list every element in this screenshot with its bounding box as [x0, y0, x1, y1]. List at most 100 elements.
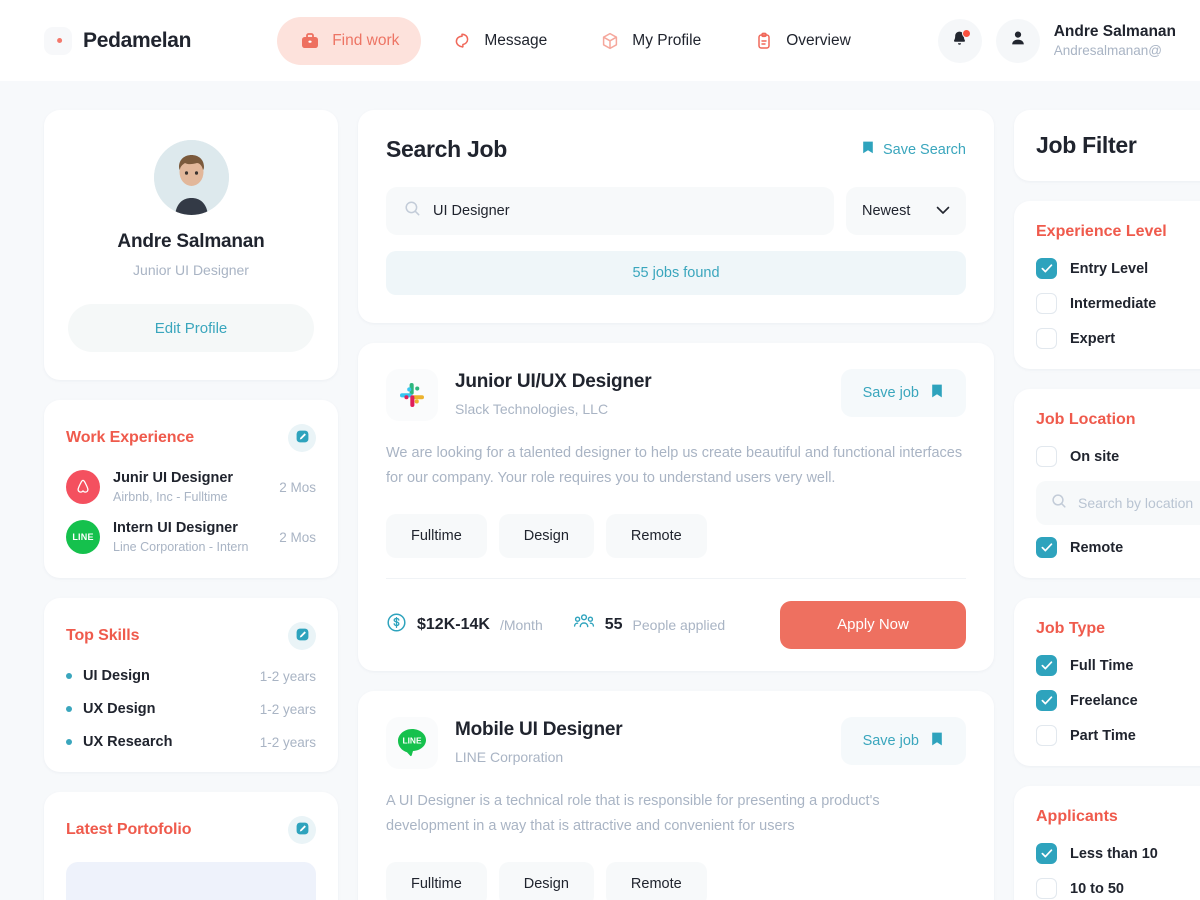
avatar[interactable] [995, 18, 1040, 63]
job-tag[interactable]: Remote [605, 861, 707, 900]
nav-label: Find work [332, 31, 400, 49]
brand-name: Pedamelan [83, 28, 192, 52]
cube-icon [599, 30, 621, 52]
checkbox-icon[interactable] [1036, 655, 1057, 676]
apply-now-button[interactable]: Apply Now [780, 600, 966, 649]
list-item[interactable]: Junir UI Designer Airbnb, Inc - Fulltime… [66, 470, 316, 504]
brand[interactable]: Pedamelan [44, 26, 192, 55]
filter-option[interactable]: Entry Level 2 [1036, 258, 1200, 279]
checkbox-icon[interactable] [1036, 690, 1057, 711]
checkbox-icon[interactable] [1036, 537, 1057, 558]
search-input[interactable] [433, 203, 816, 219]
job-card[interactable]: LINE Mobile UI Designer LINE Corporation… [358, 690, 994, 900]
save-job-button[interactable]: Save job [840, 716, 966, 765]
filter-option[interactable]: 10 to 50 24 [1036, 878, 1200, 899]
filter-option[interactable]: Less than 10 2 [1036, 843, 1200, 864]
skill-years: 1-2 years [259, 668, 316, 684]
filter-option[interactable]: Freelance 1 [1036, 690, 1200, 711]
search-field[interactable] [386, 187, 834, 235]
skill-years: 1-2 years [259, 734, 316, 750]
edit-work-experience-button[interactable] [288, 424, 316, 452]
filter-group-job-type: Job Type Full Time 2 Freelance 1 [1014, 598, 1200, 766]
bookmark-icon [930, 731, 944, 751]
checkbox-icon[interactable] [1036, 843, 1057, 864]
checkbox-icon[interactable] [1036, 878, 1057, 899]
job-card[interactable]: Junior UI/UX Designer Slack Technologies… [358, 343, 994, 671]
pencil-icon [295, 821, 310, 839]
experience-subtitle: Airbnb, Inc - Fulltime [113, 490, 228, 504]
page-title: Andre Salmanan [117, 231, 265, 252]
applicants-count: 55 [604, 615, 623, 633]
chat-bubble-icon [451, 30, 473, 52]
nav-item-overview[interactable]: Overview [731, 17, 873, 65]
filter-option[interactable]: Part Time 24 [1036, 725, 1200, 746]
filter-option-count: 2 [1196, 449, 1200, 464]
edit-top-skills-button[interactable] [288, 622, 316, 650]
bullet-icon [66, 706, 72, 712]
notification-button[interactable] [937, 18, 982, 63]
filter-option[interactable]: On site 2 [1036, 446, 1200, 467]
list-item: UX Design 1-2 years [66, 701, 316, 717]
edit-portfolio-button[interactable] [288, 816, 316, 844]
location-search-input[interactable] [1078, 495, 1200, 511]
search-row: Newest [386, 187, 966, 235]
checkbox-icon[interactable] [1036, 258, 1057, 279]
location-search-field[interactable] [1036, 481, 1200, 525]
search-card: Search Job Save Search UI Designer Newes… [358, 110, 994, 323]
portfolio-thumbnail[interactable] [66, 862, 316, 900]
job-company: LINE Corporation [455, 748, 564, 765]
profile-role: Junior UI Designer [133, 262, 249, 278]
search-title: Search Job [386, 136, 507, 162]
filter-option[interactable]: Remote 1 [1036, 537, 1200, 558]
nav-item-message[interactable]: Message [429, 17, 569, 65]
sort-value: Newest [862, 203, 911, 219]
nav-item-my-profile[interactable]: My Profile [577, 17, 723, 65]
applicants-label: People applied [632, 616, 726, 633]
skill-years: 1-2 years [259, 701, 316, 717]
filter-option[interactable]: Full Time 2 [1036, 655, 1200, 676]
profile-photo [153, 140, 229, 215]
save-search-button[interactable]: Save Search [861, 140, 966, 159]
experience-title: Junir UI Designer [113, 470, 234, 486]
sort-dropdown[interactable]: Newest [846, 187, 966, 235]
experience-title: Intern UI Designer [113, 520, 238, 536]
results-count: 55 jobs found [386, 251, 966, 295]
job-tag[interactable]: Remote [605, 513, 707, 558]
experience-subtitle: Line Corporation - Intern [113, 540, 249, 554]
checkbox-icon[interactable] [1036, 328, 1057, 349]
dollar-circle-icon [386, 612, 407, 638]
notification-badge [961, 28, 971, 38]
work-experience-card: Work Experience Junir UI Designer Airbnb… [44, 400, 338, 578]
filter-option[interactable]: Expert 24 [1036, 328, 1200, 349]
job-tag[interactable]: Design [498, 861, 594, 900]
checkbox-icon[interactable] [1036, 446, 1057, 467]
filter-option[interactable]: Intermediate 1 [1036, 293, 1200, 314]
job-filter-panel: Job Filter C Experience Level Entry Leve… [1014, 110, 1200, 900]
filter-option-count: 1 [1196, 693, 1200, 708]
experience-duration: 2 Mos [279, 529, 316, 545]
search-icon [404, 200, 421, 222]
job-title: Junior UI/UX Designer [455, 371, 652, 392]
salary-meta: $12K-14K /Month [386, 612, 543, 638]
skill-name: UI Design [83, 668, 150, 684]
save-job-button[interactable]: Save job [840, 369, 966, 417]
portfolio-card: Latest Portofolio [44, 792, 338, 900]
job-tag[interactable]: Fulltime [386, 861, 487, 900]
line-logo: LINE [66, 520, 100, 554]
nav-item-find-work[interactable]: Find work [277, 16, 422, 65]
job-tag[interactable]: Design [498, 513, 594, 558]
user-info[interactable]: Andre Salmanan Andresalmanan@ [1054, 23, 1176, 58]
briefcase-icon [299, 30, 321, 52]
job-description: We are looking for a talented designer t… [386, 445, 963, 487]
filter-option-label: On site [1070, 448, 1120, 465]
edit-profile-button[interactable]: Edit Profile [68, 304, 314, 352]
applicants-meta: 55 People applied [573, 612, 725, 637]
filter-option-label: Part Time [1070, 727, 1136, 744]
list-item[interactable]: LINE Intern UI Designer Line Corporation… [66, 520, 316, 554]
checkbox-icon[interactable] [1036, 293, 1057, 314]
checkbox-icon[interactable] [1036, 725, 1057, 746]
filter-option-label: Intermediate [1070, 295, 1157, 312]
job-tags: Fulltime Design Remote [386, 513, 966, 558]
job-tag[interactable]: Fulltime [386, 513, 487, 558]
people-icon [573, 612, 595, 637]
